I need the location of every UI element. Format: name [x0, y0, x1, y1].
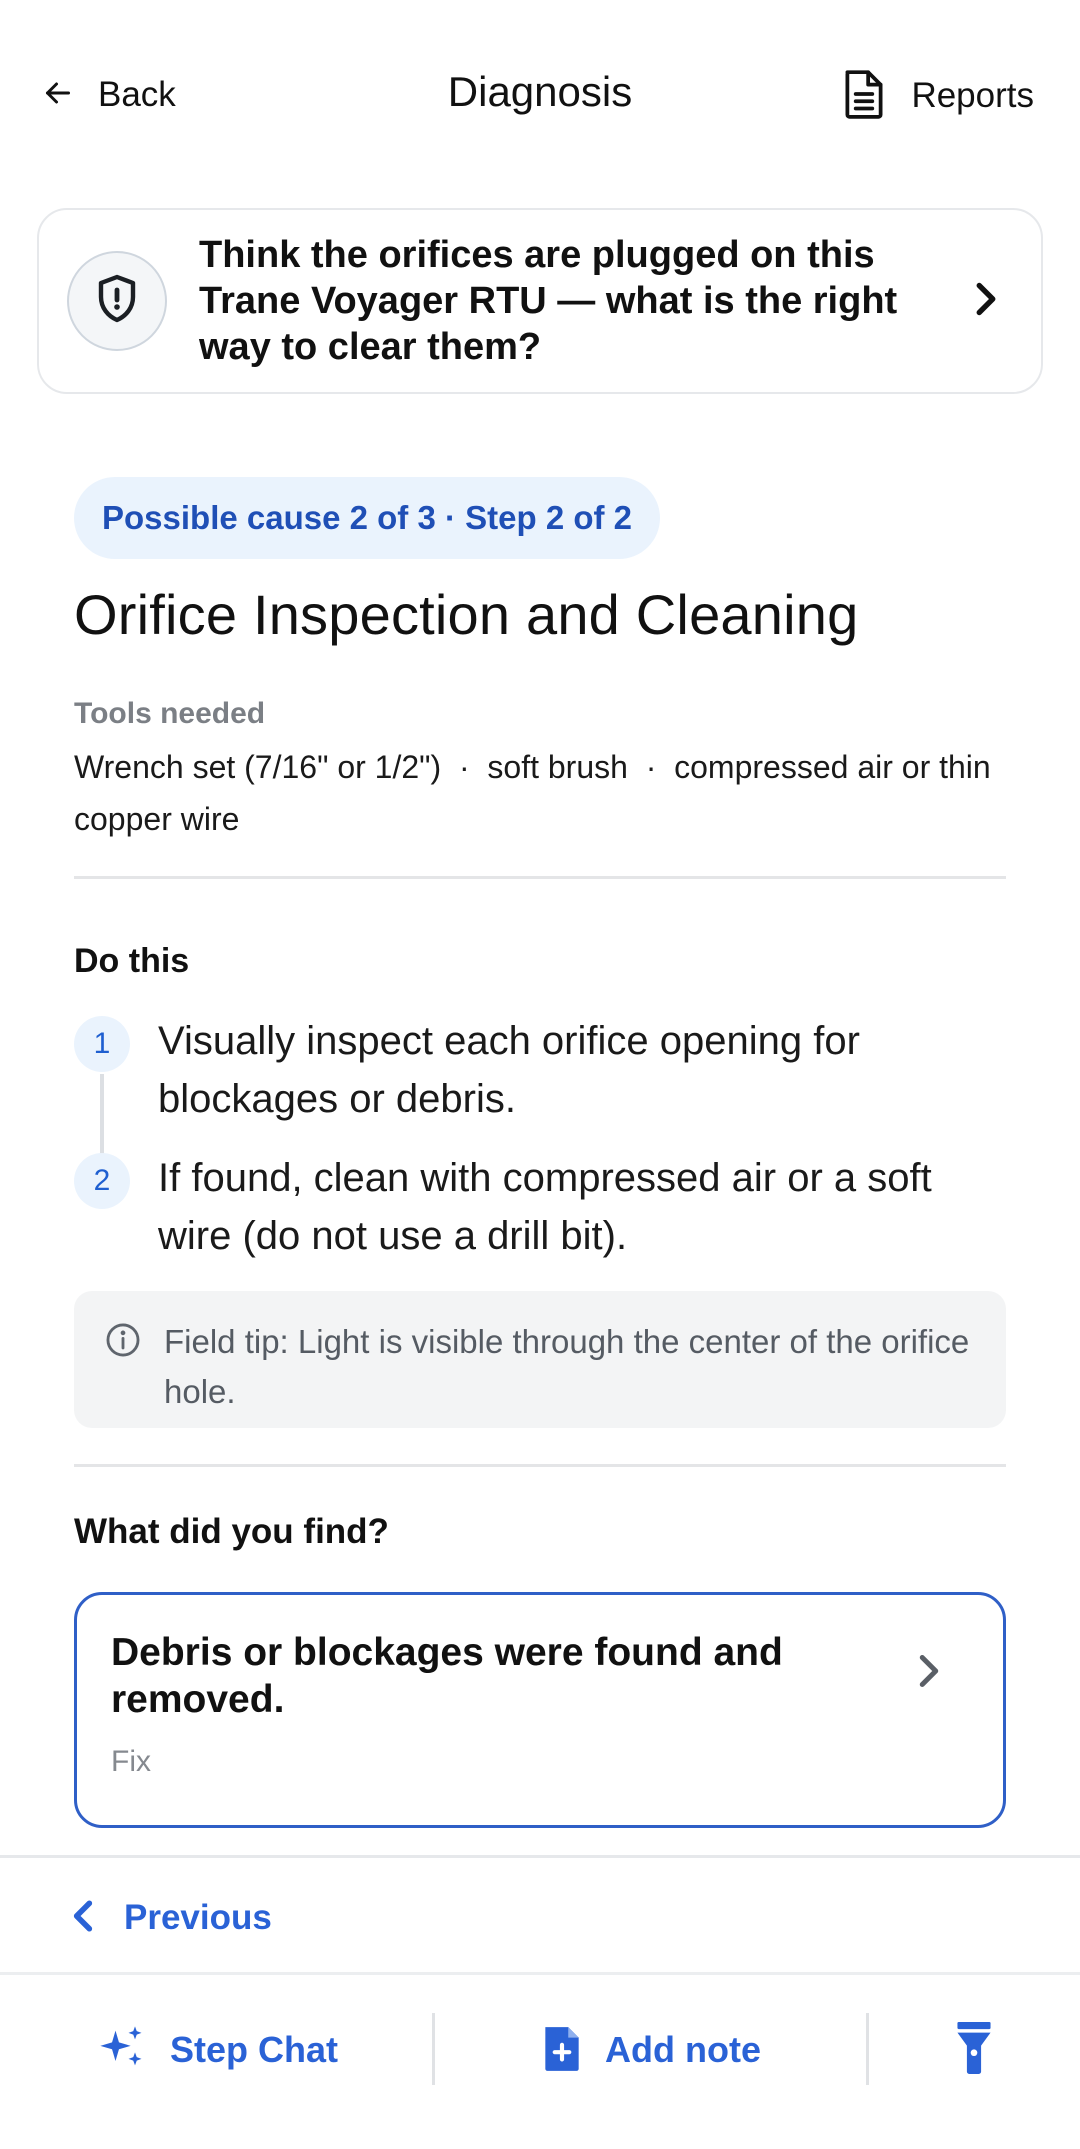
finding-option-card[interactable]: Debris or blockages were found and remov… — [74, 1592, 1006, 1828]
step-number-badge: 2 — [74, 1153, 130, 1209]
add-note-button[interactable]: Add note — [434, 1975, 868, 2125]
section-divider — [74, 876, 1006, 879]
document-icon — [839, 67, 889, 126]
field-tip-text: Field tip: Light is visible through the … — [164, 1323, 970, 1410]
reports-button[interactable]: Reports — [839, 68, 1034, 124]
sparkle-icon — [96, 2022, 148, 2079]
tools-needed-label: Tools needed — [74, 697, 266, 730]
step-title: Orifice Inspection and Cleaning — [74, 583, 859, 646]
flashlight-icon — [954, 2021, 994, 2079]
arrow-left-icon — [40, 75, 76, 116]
do-this-heading: Do this — [74, 942, 190, 980]
previous-label: Previous — [124, 1898, 272, 1937]
chevron-right-icon — [915, 1653, 943, 1694]
instruction-text: Visually inspect each orifice opening fo… — [158, 1019, 860, 1121]
app-header: Back Diagnosis Reports — [0, 0, 1080, 190]
shield-icon-container — [67, 251, 167, 351]
finding-option-tag: Fix — [111, 1745, 151, 1778]
flashlight-button[interactable] — [868, 1975, 1080, 2125]
bottom-toolbar: Step Chat Add note — [0, 1975, 1080, 2149]
instruction-item: 1 Visually inspect each orifice opening … — [74, 1012, 978, 1128]
shield-alert-icon — [93, 273, 141, 330]
chevron-right-icon — [971, 281, 1001, 322]
previous-button[interactable]: Previous — [72, 1890, 272, 1946]
chevron-left-icon — [72, 1899, 94, 1938]
add-note-label: Add note — [605, 2029, 761, 2070]
back-label: Back — [98, 75, 176, 114]
step-number-badge: 1 — [74, 1016, 130, 1072]
instruction-text: If found, clean with compressed air or a… — [158, 1156, 932, 1258]
question-text: Think the orifices are plugged on this T… — [199, 234, 898, 368]
info-icon — [104, 1321, 142, 1402]
step-progress-badge: Possible cause 2 of 3 · Step 2 of 2 — [74, 477, 661, 559]
field-tip: Field tip: Light is visible through the … — [74, 1291, 1006, 1428]
file-plus-icon — [541, 2023, 583, 2078]
instruction-item: 2 If found, clean with compressed air or… — [74, 1149, 978, 1265]
findings-heading: What did you find? — [74, 1512, 389, 1551]
section-divider — [74, 1464, 1006, 1467]
step-chat-button[interactable]: Step Chat — [0, 1975, 434, 2125]
nav-divider — [0, 1855, 1080, 1858]
reports-label: Reports — [911, 76, 1034, 115]
back-button[interactable]: Back — [40, 70, 176, 120]
step-chat-label: Step Chat — [169, 2029, 338, 2070]
finding-option-title: Debris or blockages were found and remov… — [111, 1631, 783, 1721]
question-card[interactable]: Think the orifices are plugged on this T… — [37, 208, 1043, 394]
tools-needed-text: Wrench set (7/16" or 1/2") · soft brush … — [74, 749, 1000, 837]
